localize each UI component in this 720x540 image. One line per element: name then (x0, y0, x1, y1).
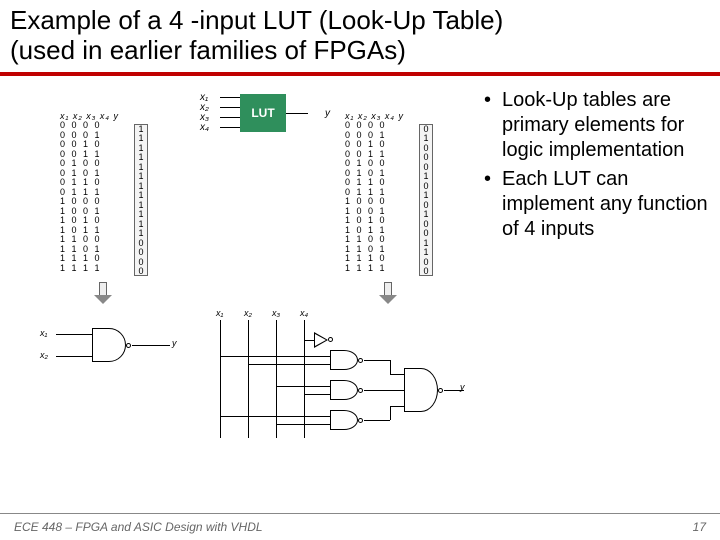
nand-gate-icon (404, 368, 438, 412)
lut-in-x4: x₄ (200, 122, 209, 133)
bubble-icon (126, 343, 131, 348)
title-underline (0, 72, 720, 76)
gate-left-x1: x₁ (40, 328, 47, 338)
nand-gate-icon (330, 380, 358, 400)
lut-box: LUT (240, 94, 286, 132)
footer: ECE 448 – FPGA and ASIC Design with VHDL… (0, 520, 720, 534)
footer-divider (0, 513, 720, 514)
bullet-list: Look-Up tables are primary elements for … (480, 88, 712, 242)
bullet-1: Look-Up tables are primary elements for … (480, 88, 712, 163)
lut-label: LUT (251, 106, 274, 120)
y-column-right: 0 1 0 0 0 1 0 1 0 1 0 0 1 1 0 0 (419, 124, 433, 276)
nand-gate-icon (330, 350, 358, 370)
lut-symbol: x₁ x₂ x₃ x₄ LUT y (200, 88, 330, 140)
bullet-2: Each LUT can implement any function of 4… (480, 167, 712, 242)
footer-page: 17 (693, 520, 706, 534)
gate-left-y: y (172, 338, 177, 348)
nand-gate-icon (330, 410, 358, 430)
truth-table-right: x₁ x₂ x₃ x₄ y 0 0 0 00 0 0 10 0 1 00 0 1… (345, 112, 404, 274)
arrow-down-left (94, 282, 112, 304)
lut-out-y: y (325, 108, 330, 119)
gate-left-x2: x₂ (40, 350, 48, 360)
nand-gate-icon (92, 328, 126, 362)
slide-title: Example of a 4 -input LUT (Look-Up Table… (0, 0, 720, 70)
gr-x1: x₁ (216, 308, 223, 318)
gr-x4: x₄ (300, 308, 308, 318)
title-line1: Example of a 4 -input LUT (Look-Up Table… (10, 5, 503, 35)
arrow-down-right (379, 282, 397, 304)
diagram-area: x₁ x₂ x₃ x₄ LUT y x₁ x₂ x₃ x₄ y 0 0 0 00… (0, 82, 480, 462)
gr-x3: x₃ (272, 308, 280, 318)
footer-course: ECE 448 – FPGA and ASIC Design with VHDL (14, 520, 263, 534)
title-line2: (used in earlier families of FPGAs) (10, 35, 406, 65)
gate-right-y: y (460, 382, 465, 392)
truth-table-left: x₁ x₂ x₃ x₄ y 0 0 0 00 0 0 10 0 1 00 0 1… (60, 112, 119, 274)
gr-x2: x₂ (244, 308, 252, 318)
gate-diagram-right: x₁ x₂ x₃ x₄ (210, 308, 470, 448)
gate-diagram-left: x₁ x₂ y (40, 320, 190, 390)
y-column-left: 1 1 1 1 1 1 1 1 1 1 1 1 0 0 0 0 (134, 124, 148, 276)
